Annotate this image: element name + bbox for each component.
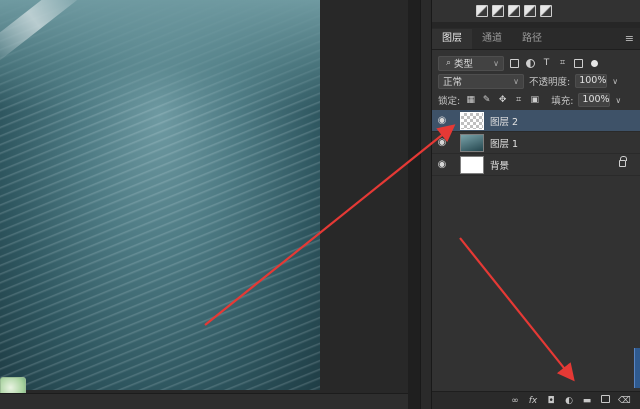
fill-dropdown-icon[interactable]: ∨ — [615, 96, 621, 105]
layers-panel: 图层 通道 路径 ≡ ⌕ 类型 ∨ T ⌗ 正常 ∨ 不透明度: 100% ∨ … — [432, 0, 640, 409]
tab-paths[interactable]: 路径 — [512, 29, 552, 49]
opacity-input[interactable]: 100% — [575, 74, 608, 88]
panel-menu-icon[interactable]: ≡ — [625, 29, 634, 49]
filter-shape-icon[interactable]: ⌗ — [557, 58, 568, 69]
new-layer-icon[interactable] — [600, 395, 610, 406]
document-canvas[interactable] — [0, 0, 320, 390]
fill-label: 填充: — [551, 96, 574, 107]
canvas-workspace — [0, 0, 408, 409]
lock-icon — [619, 156, 627, 167]
filter-type-label: 类型 — [454, 59, 474, 70]
panel-tabs: 图层 通道 路径 ≡ — [432, 28, 640, 50]
tab-layers[interactable]: 图层 — [432, 29, 472, 49]
opacity-label: 不透明度: — [529, 77, 571, 88]
layer-name: 图层 2 — [490, 116, 519, 128]
visibility-eye-icon[interactable]: ◉ — [432, 137, 452, 148]
adjustment-icon[interactable]: ◐ — [564, 396, 574, 406]
gradient-map-icon[interactable] — [540, 5, 552, 17]
lock-row: 锁定: ▦ ✎ ✥ ⌗ ▣ 填充: 100% ∨ — [438, 91, 634, 109]
blend-mode-select[interactable]: 正常 ∨ — [438, 73, 524, 89]
brightness-contrast-icon[interactable] — [476, 5, 488, 17]
filter-pixel-icon[interactable] — [509, 58, 520, 69]
fill-input[interactable]: 100% — [578, 93, 611, 107]
blend-row: 正常 ∨ 不透明度: 100% ∨ — [438, 72, 634, 90]
visibility-eye-icon[interactable]: ◉ — [432, 159, 452, 170]
layer-thumbnail — [460, 155, 484, 174]
layer-thumbnail — [460, 111, 484, 130]
exposure-icon[interactable] — [524, 5, 536, 17]
trash-icon[interactable]: ⌫ — [618, 396, 631, 406]
opacity-dropdown-icon[interactable]: ∨ — [612, 77, 618, 86]
chevron-down-icon: ∨ — [493, 58, 499, 68]
layer-row[interactable]: ◉ 图层 2 — [432, 110, 640, 132]
visibility-eye-icon[interactable]: ◉ — [432, 115, 452, 126]
search-icon: ⌕ — [445, 57, 452, 68]
layer-row[interactable]: ◉ 背景 — [432, 154, 640, 176]
mask-icon[interactable]: ◘ — [546, 396, 556, 406]
chevron-down-icon: ∨ — [513, 76, 519, 86]
lock-all-icon[interactable]: ▣ — [529, 95, 540, 106]
layer-row[interactable]: ◉ 图层 1 — [432, 132, 640, 154]
lock-move-icon[interactable]: ✥ — [497, 95, 508, 106]
layer-thumbnail — [460, 133, 484, 152]
filter-smart-object-icon[interactable] — [573, 58, 584, 69]
blend-mode-value: 正常 — [443, 77, 463, 88]
panel-collapse-strip[interactable] — [420, 0, 432, 409]
lock-transparency-icon[interactable]: ▦ — [465, 95, 476, 106]
layers-bottom-toolbar: ∞ fx ◘ ◐ ▬ ⌫ — [432, 391, 640, 409]
side-collapse-tab[interactable] — [634, 348, 640, 388]
fx-icon[interactable]: fx — [528, 396, 538, 406]
tab-channels[interactable]: 通道 — [472, 29, 512, 49]
layer-name: 图层 1 — [490, 138, 519, 150]
lock-label: 锁定: — [438, 96, 461, 107]
filter-type-text-icon[interactable]: T — [541, 58, 552, 69]
adjustment-icons-row — [476, 5, 552, 17]
levels-icon[interactable] — [492, 5, 504, 17]
horizontal-scrollbar[interactable] — [0, 393, 408, 409]
filter-row: ⌕ 类型 ∨ T ⌗ — [438, 54, 634, 72]
filter-toggle-icon[interactable] — [589, 58, 600, 69]
filter-adjustment-icon[interactable] — [525, 58, 536, 69]
lock-artboard-icon[interactable]: ⌗ — [513, 95, 524, 106]
layer-name: 背景 — [490, 160, 510, 172]
link-icon[interactable]: ∞ — [510, 396, 520, 406]
lock-brush-icon[interactable]: ✎ — [481, 95, 492, 106]
folder-icon[interactable]: ▬ — [582, 396, 592, 406]
layers-list: ◉ 图层 2 ◉ 图层 1 ◉ 背景 — [432, 110, 640, 176]
curves-icon[interactable] — [508, 5, 520, 17]
filter-type-select[interactable]: ⌕ 类型 ∨ — [438, 55, 504, 71]
